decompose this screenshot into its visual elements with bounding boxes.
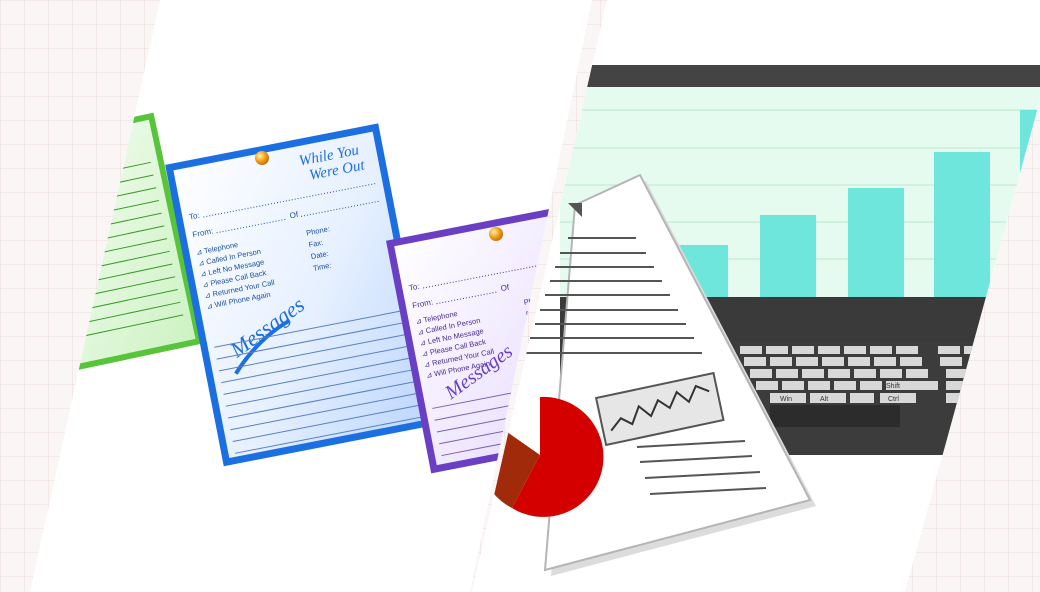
laptop-bezel-top (560, 65, 1040, 87)
collage-scene: While You Were Out To: From: Of ⊿ Teleph… (30, 0, 1040, 592)
key-alt-label: Alt (820, 396, 828, 403)
laptop-trackpad (770, 405, 900, 427)
key-win-label: Win (780, 396, 792, 403)
screen-bar-3 (848, 188, 904, 297)
pushpin-icon-2 (489, 227, 503, 241)
right-panel-content: Shift Win Alt Ctrl (479, 65, 1040, 576)
key-ctrl-label: Ctrl (888, 396, 899, 403)
screen-bar-2 (760, 215, 816, 297)
screen-bar-4 (934, 152, 990, 297)
key-shift-label: Shift (886, 383, 900, 390)
screen-bar-5 (1020, 110, 1040, 297)
pushpin-icon (255, 151, 269, 165)
